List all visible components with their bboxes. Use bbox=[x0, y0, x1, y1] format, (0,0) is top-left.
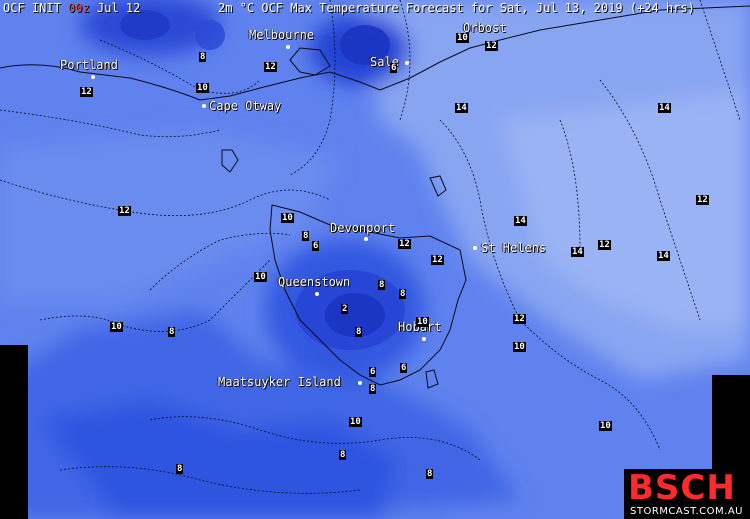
contour-label: 8 bbox=[302, 231, 310, 241]
place-marker bbox=[286, 45, 290, 49]
place-orbost: Orbost bbox=[463, 21, 507, 35]
place-marker bbox=[358, 381, 362, 385]
place-queenstown: Queenstown bbox=[278, 275, 351, 289]
map-title: 2m °C OCF Max Temperature Forecast for S… bbox=[218, 1, 695, 15]
contour-label: 8 bbox=[378, 280, 386, 290]
temperature-field bbox=[0, 0, 750, 519]
contour-label: 8 bbox=[168, 327, 176, 337]
contour-label: 8 bbox=[399, 289, 407, 299]
contour-label: 14 bbox=[514, 216, 527, 226]
contour-label: 14 bbox=[571, 247, 584, 257]
contour-label: 12 bbox=[513, 314, 526, 324]
contour-label: 8 bbox=[339, 450, 347, 460]
contour-label: 2 bbox=[341, 304, 349, 314]
contour-label: 12 bbox=[598, 240, 611, 250]
contour-label: 8 bbox=[369, 384, 377, 394]
contour-label: 12 bbox=[118, 206, 131, 216]
contour-label: 6 bbox=[369, 367, 377, 377]
place-marker bbox=[364, 237, 368, 241]
contour-label: 10 bbox=[599, 421, 612, 431]
init-label: OCF INIT 00z Jul 12 bbox=[3, 1, 141, 15]
place-marker bbox=[473, 246, 477, 250]
contour-label: 12 bbox=[264, 62, 277, 72]
place-maatsuyker-island: Maatsuyker Island bbox=[218, 375, 341, 389]
contour-label: 6 bbox=[390, 63, 398, 73]
place-marker bbox=[202, 104, 206, 108]
bsch-logo: BSCH STORMCAST.COM.AU bbox=[624, 469, 750, 519]
contour-label: 10 bbox=[281, 213, 294, 223]
contour-label: 10 bbox=[196, 83, 209, 93]
contour-label: 10 bbox=[349, 417, 362, 427]
contour-label: 10 bbox=[110, 322, 123, 332]
contour-label: 12 bbox=[80, 87, 93, 97]
place-devonport: Devonport bbox=[330, 221, 396, 235]
contour-label: 12 bbox=[485, 41, 498, 51]
place-st-helens: St Helens bbox=[481, 241, 547, 255]
contour-label: 8 bbox=[176, 464, 184, 474]
contour-label: 8 bbox=[426, 469, 434, 479]
contour-label: 14 bbox=[658, 103, 671, 113]
contour-label: 10 bbox=[513, 342, 526, 352]
map-header: OCF INIT 00z Jul 12 2m °C OCF Max Temper… bbox=[0, 0, 750, 16]
contour-label: 10 bbox=[254, 272, 267, 282]
init-hour: 00z bbox=[68, 1, 90, 15]
contour-label: 14 bbox=[455, 103, 468, 113]
place-melbourne: Melbourne bbox=[249, 28, 315, 42]
contour-label: 10 bbox=[456, 33, 469, 43]
contour-label: 12 bbox=[696, 195, 709, 205]
place-marker bbox=[405, 61, 409, 65]
place-cape-otway: Cape Otway bbox=[209, 99, 282, 113]
contour-label: 14 bbox=[657, 251, 670, 261]
contour-label: 10 bbox=[416, 317, 429, 327]
contour-label: 8 bbox=[199, 52, 207, 62]
contour-label: 12 bbox=[431, 255, 444, 265]
contour-label: 12 bbox=[398, 239, 411, 249]
place-marker bbox=[91, 75, 95, 79]
contour-label: 8 bbox=[355, 327, 363, 337]
contour-label: 6 bbox=[312, 241, 320, 251]
forecast-map: OCF INIT 00z Jul 12 2m °C OCF Max Temper… bbox=[0, 0, 750, 519]
place-marker bbox=[315, 292, 319, 296]
place-marker bbox=[422, 337, 426, 341]
no-data-left bbox=[0, 345, 28, 519]
contour-label: 6 bbox=[400, 363, 408, 373]
place-portland: Portland bbox=[60, 58, 118, 72]
